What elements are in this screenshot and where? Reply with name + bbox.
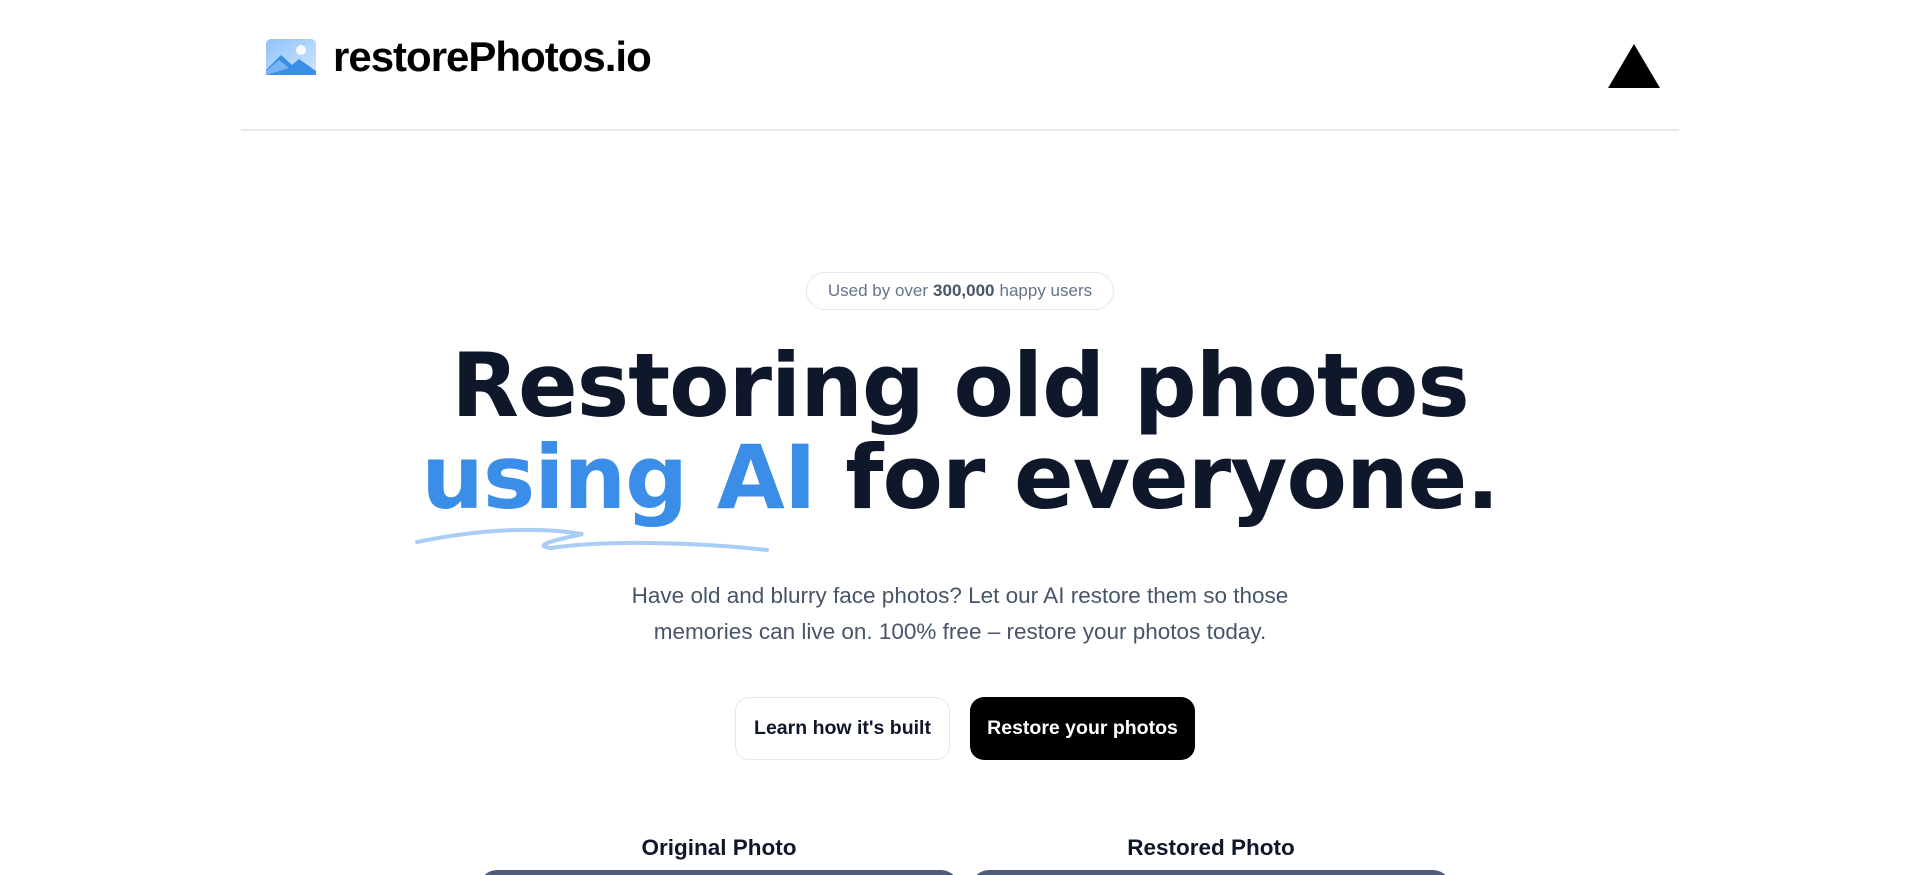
- badge-prefix: Used by over: [827, 281, 929, 300]
- badge-suffix: happy users: [999, 281, 1093, 300]
- hero-title-accent-text: using AI: [421, 426, 816, 529]
- learn-how-built-button[interactable]: Learn how it's built: [735, 697, 950, 760]
- squiggle-underline-icon: [415, 527, 770, 552]
- hero-title-rest: for everyone.: [845, 426, 1499, 529]
- users-badge: Used by over 300,000 happy users: [806, 272, 1114, 310]
- restore-photos-button[interactable]: Restore your photos: [970, 697, 1195, 760]
- hero-title-line1: Restoring old photos: [451, 334, 1469, 437]
- original-photo-image: [479, 870, 959, 875]
- restored-photo-image: [971, 870, 1451, 875]
- triangle-icon: [1608, 44, 1660, 88]
- hero-title: Restoring old photos using AI for everyo…: [360, 340, 1560, 552]
- brand-name: restorePhotos.io: [333, 33, 652, 80]
- vercel-link[interactable]: [1608, 44, 1660, 88]
- hero-subtitle: Have old and blurry face photos? Let our…: [631, 583, 1289, 644]
- original-photo-label: Original Photo: [641, 835, 797, 860]
- hero-title-accent: using AI: [415, 432, 817, 552]
- image-icon: [266, 39, 316, 75]
- brand-link[interactable]: restorePhotos.io: [265, 33, 652, 80]
- restored-photo-label: Restored Photo: [1127, 835, 1295, 860]
- badge-count: 300,000: [933, 281, 995, 300]
- site-header: restorePhotos.io: [241, 0, 1679, 131]
